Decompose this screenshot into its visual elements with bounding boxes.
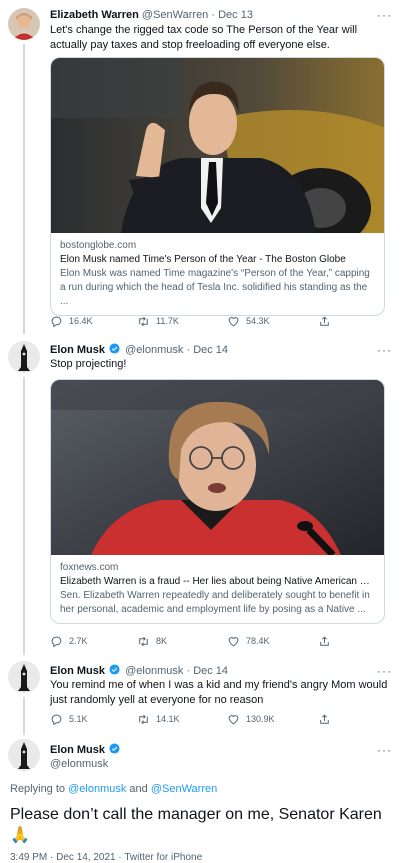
reply-icon xyxy=(51,316,62,327)
heart-icon xyxy=(228,636,239,646)
tweet-actions: 5.1K 14.1K 130.9K xyxy=(50,711,350,727)
tweet-date[interactable]: Dec 13 xyxy=(218,9,253,21)
more-icon[interactable]: ··· xyxy=(377,344,392,356)
tweet-timestamp[interactable]: 3:49 PM · Dec 14, 2021 · Twitter for iPh… xyxy=(10,852,202,863)
author-handle[interactable]: @SenWarren xyxy=(142,9,208,21)
tweet-date[interactable]: Dec 14 xyxy=(193,344,228,356)
replying-user-link[interactable]: @elonmusk xyxy=(68,783,126,795)
pray-emoji: 🙏 xyxy=(10,827,30,844)
tweet-date[interactable]: Dec 14 xyxy=(193,665,228,677)
reply-icon xyxy=(51,636,62,647)
card-domain: bostonglobe.com xyxy=(60,240,137,251)
share-icon xyxy=(320,713,329,724)
replying-to: Replying to @elonmusk and @SenWarren xyxy=(10,783,217,795)
card-domain: foxnews.com xyxy=(60,562,119,573)
author-name[interactable]: Elizabeth Warren xyxy=(50,9,139,21)
author-name[interactable]: Elon Musk xyxy=(50,744,105,756)
like-count: 54.3K xyxy=(246,316,270,326)
tweet-text: You remind me of when I was a kid and my… xyxy=(50,679,388,706)
author-name[interactable]: Elon Musk xyxy=(50,344,105,356)
retweet-button[interactable]: 11.7K xyxy=(137,313,179,329)
tweet-text: Stop projecting! xyxy=(50,358,127,370)
card-meta: bostonglobe.com Elon Musk named Time's P… xyxy=(51,233,384,315)
thread-line xyxy=(23,44,25,334)
reply-count: 5.1K xyxy=(69,714,88,724)
more-icon[interactable]: ··· xyxy=(377,9,392,21)
separator-dot: · xyxy=(186,665,191,677)
share-icon xyxy=(320,315,329,326)
retweet-count: 14.1K xyxy=(156,714,180,724)
heart-icon xyxy=(228,316,239,326)
main-tweet-body: Please don’t call the manager on me, Sen… xyxy=(10,806,382,823)
card-meta: foxnews.com Elizabeth Warren is a fraud … xyxy=(51,555,384,623)
card-title: Elizabeth Warren is a fraud -- Her lies … xyxy=(60,576,375,587)
tweet-actions: 16.4K 11.7K 54.3K xyxy=(50,313,350,329)
more-icon[interactable]: ··· xyxy=(377,665,392,677)
author-handle[interactable]: @elonmusk xyxy=(125,665,183,677)
retweet-icon xyxy=(139,636,148,646)
tweet-handle-line: @elonmusk xyxy=(50,757,396,771)
tweet-header: Elon Musk xyxy=(50,743,396,757)
separator-dot: · xyxy=(211,9,216,21)
reply-count: 16.4K xyxy=(69,316,93,326)
avatar-elonmusk[interactable] xyxy=(8,739,40,771)
author-name[interactable]: Elon Musk xyxy=(50,665,105,677)
reply-icon xyxy=(51,714,62,725)
like-button[interactable]: 78.4K xyxy=(227,633,270,649)
avatar-elonmusk[interactable] xyxy=(8,661,40,693)
main-tweet-text: Please don’t call the manager on me, Sen… xyxy=(10,804,400,846)
replying-prefix: Replying to xyxy=(10,783,66,795)
like-count: 78.4K xyxy=(246,636,270,646)
author-handle[interactable]: @elonmusk xyxy=(50,758,108,770)
reply-button[interactable]: 2.7K xyxy=(50,633,88,649)
separator-dot: · xyxy=(186,344,191,356)
card-description: Sen. Elizabeth Warren repeatedly and del… xyxy=(60,590,370,615)
replying-user-link[interactable]: @SenWarren xyxy=(151,783,217,795)
card-title: Elon Musk named Time's Person of the Yea… xyxy=(60,254,346,265)
tweet-actions: 2.7K 8K 78.4K xyxy=(50,633,350,649)
card-description: Elon Musk was named Time magazine's “Per… xyxy=(60,268,370,307)
link-card[interactable]: bostonglobe.com Elon Musk named Time's P… xyxy=(50,57,385,316)
replying-and: and xyxy=(129,783,148,795)
like-button[interactable]: 54.3K xyxy=(227,313,270,329)
thread-line xyxy=(23,377,25,655)
retweet-count: 8K xyxy=(156,636,168,646)
like-count: 130.9K xyxy=(246,714,275,724)
thread-line xyxy=(23,697,25,735)
card-image xyxy=(51,58,384,233)
reply-button[interactable]: 16.4K xyxy=(50,313,93,329)
card-image xyxy=(51,380,384,555)
avatar-elonmusk[interactable] xyxy=(8,341,40,373)
tweet-text: Let's change the rigged tax code so The … xyxy=(50,24,358,51)
verified-badge-icon xyxy=(109,743,120,754)
tweet-header: Elizabeth Warren @SenWarren · Dec 13 xyxy=(50,8,396,22)
tweet-header: Elon Musk @elonmusk · Dec 14 xyxy=(50,664,396,678)
retweet-icon xyxy=(139,714,148,724)
reply-button[interactable]: 5.1K xyxy=(50,711,88,727)
avatar-warren[interactable] xyxy=(8,8,40,40)
share-icon xyxy=(320,635,329,646)
tweet-musk-2[interactable]: Elon Musk @elonmusk · Dec 14 ··· You rem… xyxy=(0,655,406,735)
retweet-button[interactable]: 14.1K xyxy=(137,711,180,727)
share-button[interactable] xyxy=(318,313,331,329)
verified-badge-icon xyxy=(109,343,120,354)
more-icon[interactable]: ··· xyxy=(377,744,392,756)
link-card[interactable]: foxnews.com Elizabeth Warren is a fraud … xyxy=(50,379,385,624)
tweet-header: Elon Musk @elonmusk · Dec 14 xyxy=(50,343,396,357)
retweet-count: 11.7K xyxy=(156,316,179,326)
tweet-warren[interactable]: Elizabeth Warren @SenWarren · Dec 13 ···… xyxy=(0,0,406,335)
retweet-icon xyxy=(139,316,148,326)
tweet-musk-1[interactable]: Elon Musk @elonmusk · Dec 14 ··· Stop pr… xyxy=(0,335,406,655)
verified-badge-icon xyxy=(109,664,120,675)
retweet-button[interactable]: 8K xyxy=(137,633,167,649)
share-button[interactable] xyxy=(318,711,331,727)
like-button[interactable]: 130.9K xyxy=(227,711,275,727)
heart-icon xyxy=(228,714,239,724)
author-handle[interactable]: @elonmusk xyxy=(125,344,183,356)
reply-count: 2.7K xyxy=(69,636,88,646)
share-button[interactable] xyxy=(318,633,331,649)
